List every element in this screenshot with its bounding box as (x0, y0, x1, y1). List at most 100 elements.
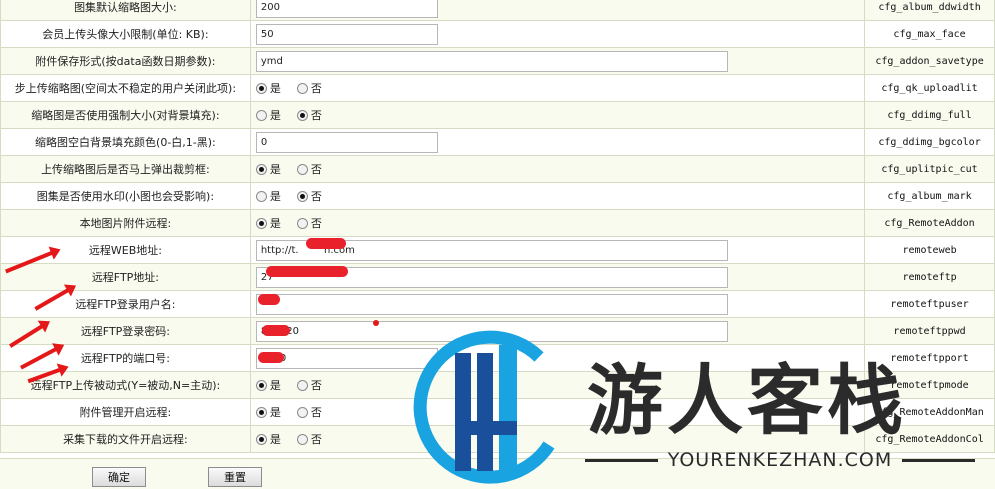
radio-group: 是否 (255, 188, 864, 204)
radio-yes[interactable] (255, 190, 267, 202)
radio-yes[interactable] (255, 406, 267, 418)
radio-no[interactable] (296, 82, 308, 94)
config-var-name: cfg_ddimg_full (864, 101, 995, 129)
config-var-name: cfg_album_mark (864, 182, 995, 210)
config-var-name: remoteweb (864, 236, 995, 264)
redaction-mark (262, 325, 290, 336)
radio-label-yes[interactable]: 是 (270, 215, 281, 231)
config-label: 缩略图空白背景填充颜色(0-白,1-黑): (0, 128, 251, 156)
reset-button[interactable]: 重置 (208, 467, 262, 487)
config-row: 附件保存形式(按data函数日期参数): cfg_addon_savetype (0, 47, 995, 75)
config-var-name: cfg_addon_savetype (864, 47, 995, 75)
watermark-subtitle-row: YOURENKEZHAN.COM (585, 449, 976, 471)
radio-no[interactable] (296, 217, 308, 229)
config-var-name: cfg_ddimg_bgcolor (864, 128, 995, 156)
radio-no[interactable] (296, 433, 308, 445)
radio-yes[interactable] (255, 82, 267, 94)
radio-group: 是否 (255, 107, 864, 123)
redaction-mark (266, 266, 348, 277)
radio-label-yes[interactable]: 是 (270, 377, 281, 393)
config-label: 图集是否使用水印(小图也会受影响): (0, 182, 251, 210)
config-var-name: cfg_uplitpic_cut (864, 155, 995, 183)
radio-yes[interactable] (255, 163, 267, 175)
radio-label-no[interactable]: 否 (311, 188, 322, 204)
config-value-cell (249, 47, 866, 75)
radio-yes[interactable] (255, 379, 267, 391)
config-text-input[interactable] (255, 293, 728, 315)
config-value-cell: 是否 (249, 74, 866, 102)
config-text-input[interactable] (255, 50, 728, 72)
radio-no[interactable] (296, 406, 308, 418)
config-row: 远程FTP登录用户名: remoteftpuser (0, 290, 995, 318)
config-var-name: cfg_RemoteAddon (864, 209, 995, 237)
radio-label-yes[interactable]: 是 (270, 161, 281, 177)
radio-yes[interactable] (255, 433, 267, 445)
config-value-cell (249, 20, 866, 48)
radio-yes[interactable] (255, 217, 267, 229)
config-var-name: cfg_qk_uploadlit (864, 74, 995, 102)
divider (902, 458, 976, 462)
radio-no[interactable] (296, 109, 308, 121)
radio-label-yes[interactable]: 是 (270, 431, 281, 447)
redaction-mark (258, 352, 284, 363)
config-label: 步上传缩略图(空间太不稳定的用户关闭此项): (0, 74, 251, 102)
config-label: 会员上传头像大小限制(单位: KB): (0, 20, 251, 48)
radio-no[interactable] (296, 190, 308, 202)
config-label: 本地图片附件远程: (0, 209, 251, 237)
config-text-input[interactable] (255, 0, 438, 18)
config-label: 采集下载的文件开启远程: (0, 425, 251, 453)
radio-group: 是否 (255, 161, 864, 177)
radio-label-no[interactable]: 否 (311, 404, 322, 420)
watermark-subtitle: YOURENKEZHAN.COM (667, 449, 893, 471)
divider (585, 458, 658, 462)
radio-label-yes[interactable]: 是 (270, 80, 281, 96)
config-row: 步上传缩略图(空间太不稳定的用户关闭此项): 是否 cfg_qk_uploadlit (0, 74, 995, 102)
radio-no[interactable] (296, 379, 308, 391)
site-watermark: 游人客栈 YOURENKEZHAN.COM (407, 325, 987, 485)
radio-label-no[interactable]: 否 (311, 107, 322, 123)
radio-group: 是否 (255, 215, 864, 231)
radio-label-yes[interactable]: 是 (270, 188, 281, 204)
watermark-title: 游人客栈 (587, 356, 907, 445)
radio-label-no[interactable]: 否 (311, 80, 322, 96)
config-label: 附件管理开启远程: (0, 398, 251, 426)
radio-label-no[interactable]: 否 (311, 377, 322, 393)
annotation-dot (373, 320, 379, 326)
watermark-logo-icon (413, 330, 555, 484)
radio-no[interactable] (296, 163, 308, 175)
config-value-cell: 是否 (249, 101, 866, 129)
redaction-mark (258, 294, 280, 305)
config-var-name: cfg_album_ddwidth (864, 0, 995, 21)
config-value-cell: 是否 (249, 182, 866, 210)
config-text-input[interactable] (255, 23, 438, 45)
config-text-input[interactable] (255, 131, 438, 153)
confirm-button[interactable]: 确定 (92, 467, 146, 487)
config-label: 缩略图是否使用强制大小(对背景填充): (0, 101, 251, 129)
radio-label-no[interactable]: 否 (311, 215, 322, 231)
radio-label-yes[interactable]: 是 (270, 107, 281, 123)
config-label: 图集默认缩略图大小: (0, 0, 251, 21)
config-var-name: remoteftpuser (864, 290, 995, 318)
config-row: 本地图片附件远程: 是否 cfg_RemoteAddon (0, 209, 995, 237)
radio-yes[interactable] (255, 109, 267, 121)
config-row: 图集默认缩略图大小: cfg_album_ddwidth (0, 0, 995, 21)
config-var-name: remoteftp (864, 263, 995, 291)
config-row: 远程FTP地址: remoteftp (0, 263, 995, 291)
config-value-cell (249, 0, 866, 21)
radio-label-yes[interactable]: 是 (270, 404, 281, 420)
config-label: 上传缩略图后是否马上弹出裁剪框: (0, 155, 251, 183)
radio-group: 是否 (255, 80, 864, 96)
config-row: 图集是否使用水印(小图也会受影响): 是否 cfg_album_mark (0, 182, 995, 210)
redaction-mark (306, 238, 346, 249)
config-row: 上传缩略图后是否马上弹出裁剪框: 是否 cfg_uplitpic_cut (0, 155, 995, 183)
config-label: 附件保存形式(按data函数日期参数): (0, 47, 251, 75)
config-value-cell: 是否 (249, 209, 866, 237)
config-row: 缩略图是否使用强制大小(对背景填充): 是否 cfg_ddimg_full (0, 101, 995, 129)
radio-label-no[interactable]: 否 (311, 161, 322, 177)
config-value-cell (249, 128, 866, 156)
config-var-name: cfg_max_face (864, 20, 995, 48)
config-row: 远程WEB地址:remoteweb (0, 236, 995, 264)
config-row: 会员上传头像大小限制(单位: KB): cfg_max_face (0, 20, 995, 48)
radio-label-no[interactable]: 否 (311, 431, 322, 447)
config-row: 缩略图空白背景填充颜色(0-白,1-黑): cfg_ddimg_bgcolor (0, 128, 995, 156)
